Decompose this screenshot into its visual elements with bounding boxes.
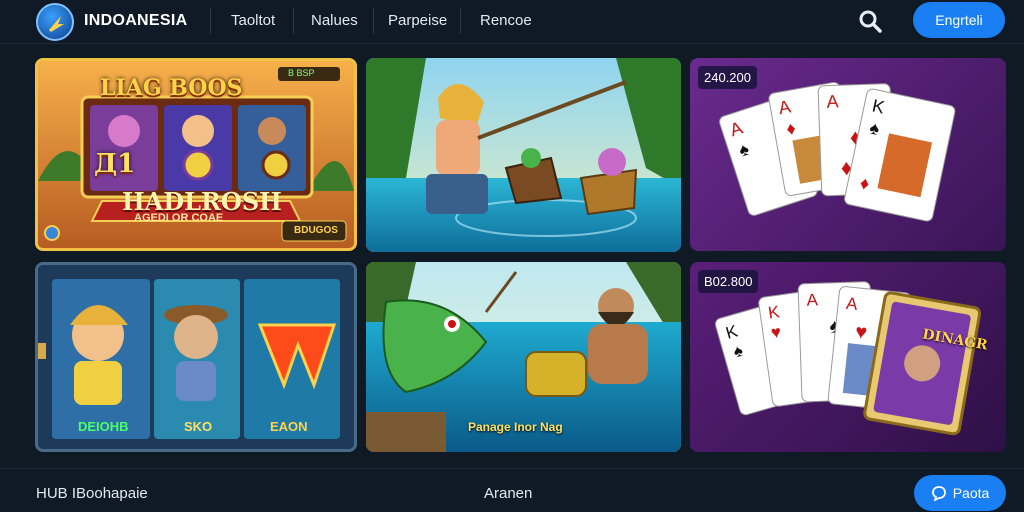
nav-divider — [373, 8, 374, 34]
language-button[interactable]: Engrteli — [913, 2, 1005, 38]
game-tile-slot-bottom[interactable]: DEIOHB SKO EAON — [35, 262, 357, 452]
svg-text:A: A — [826, 91, 839, 111]
game-tile-cards-bottom[interactable]: K ♠ K ♥ A ♠ A ♥ B02.800 DINAGR — [690, 262, 1006, 452]
search-icon — [859, 10, 882, 33]
search-button[interactable] — [857, 8, 883, 34]
footer-link-middle[interactable]: Aranen — [484, 485, 532, 502]
chat-button-label: Paota — [952, 485, 990, 501]
svg-text:A: A — [806, 290, 819, 309]
logo-icon — [49, 16, 64, 32]
slot-top-subbanner: AGEDI OR COAE — [134, 212, 224, 224]
chat-bubble-icon — [931, 486, 946, 501]
game-tile-fishing-bottom[interactable]: Panage Inor Nag — [366, 262, 681, 452]
nav-item-3[interactable]: Parpeise — [388, 12, 447, 29]
nav-divider — [293, 8, 294, 34]
nav-divider — [210, 8, 211, 34]
fishing-top-art — [366, 58, 681, 252]
cards-top-amount: 240.200 — [698, 66, 757, 89]
slot-top-bottom-tag: BDUGOS — [294, 225, 338, 236]
footer-link-hub[interactable]: HUB IBoohapaie — [36, 485, 148, 502]
brand-name: INDOANESIA — [84, 12, 188, 29]
slot-bottom-label-2: SKO — [184, 419, 213, 434]
game-tile-fishing-top[interactable] — [366, 58, 681, 252]
brand-logo[interactable] — [36, 3, 74, 41]
cards-bottom-amount: B02.800 — [698, 270, 759, 293]
svg-text:♥: ♥ — [854, 321, 868, 344]
slot-bottom-label-1: DEIOHB — [78, 419, 129, 434]
footer-bar: HUB IBoohapaie Aranen Paota — [0, 468, 1024, 512]
slot-top-symbol: Д1 — [94, 149, 136, 179]
nav-divider — [460, 8, 461, 34]
slot-top-title: LIAG BOOS — [100, 75, 243, 101]
nav-item-2[interactable]: Nalues — [311, 12, 358, 29]
game-tile-slot-top[interactable]: LIAG BOOS Д1 HADLROSH AGEDI OR COAE B BS… — [35, 58, 357, 251]
slot-bottom-label-3: EAON — [270, 419, 308, 434]
chat-button[interactable]: Paota — [914, 475, 1006, 511]
fishing-bottom-caption: Panage Inor Nag — [468, 420, 563, 434]
slot-top-corner-tag: B BSP — [288, 68, 315, 78]
top-bar: INDOANESIA Taoltot Nalues Parpeise Renco… — [0, 0, 1024, 44]
nav-item-1[interactable]: Taoltot — [231, 12, 275, 29]
nav-item-4[interactable]: Rencoe — [480, 12, 532, 29]
game-tile-cards-top[interactable]: A ♠ A ♦ A ♦ ♦ K ♠ ♦ 240.200 — [690, 58, 1006, 251]
